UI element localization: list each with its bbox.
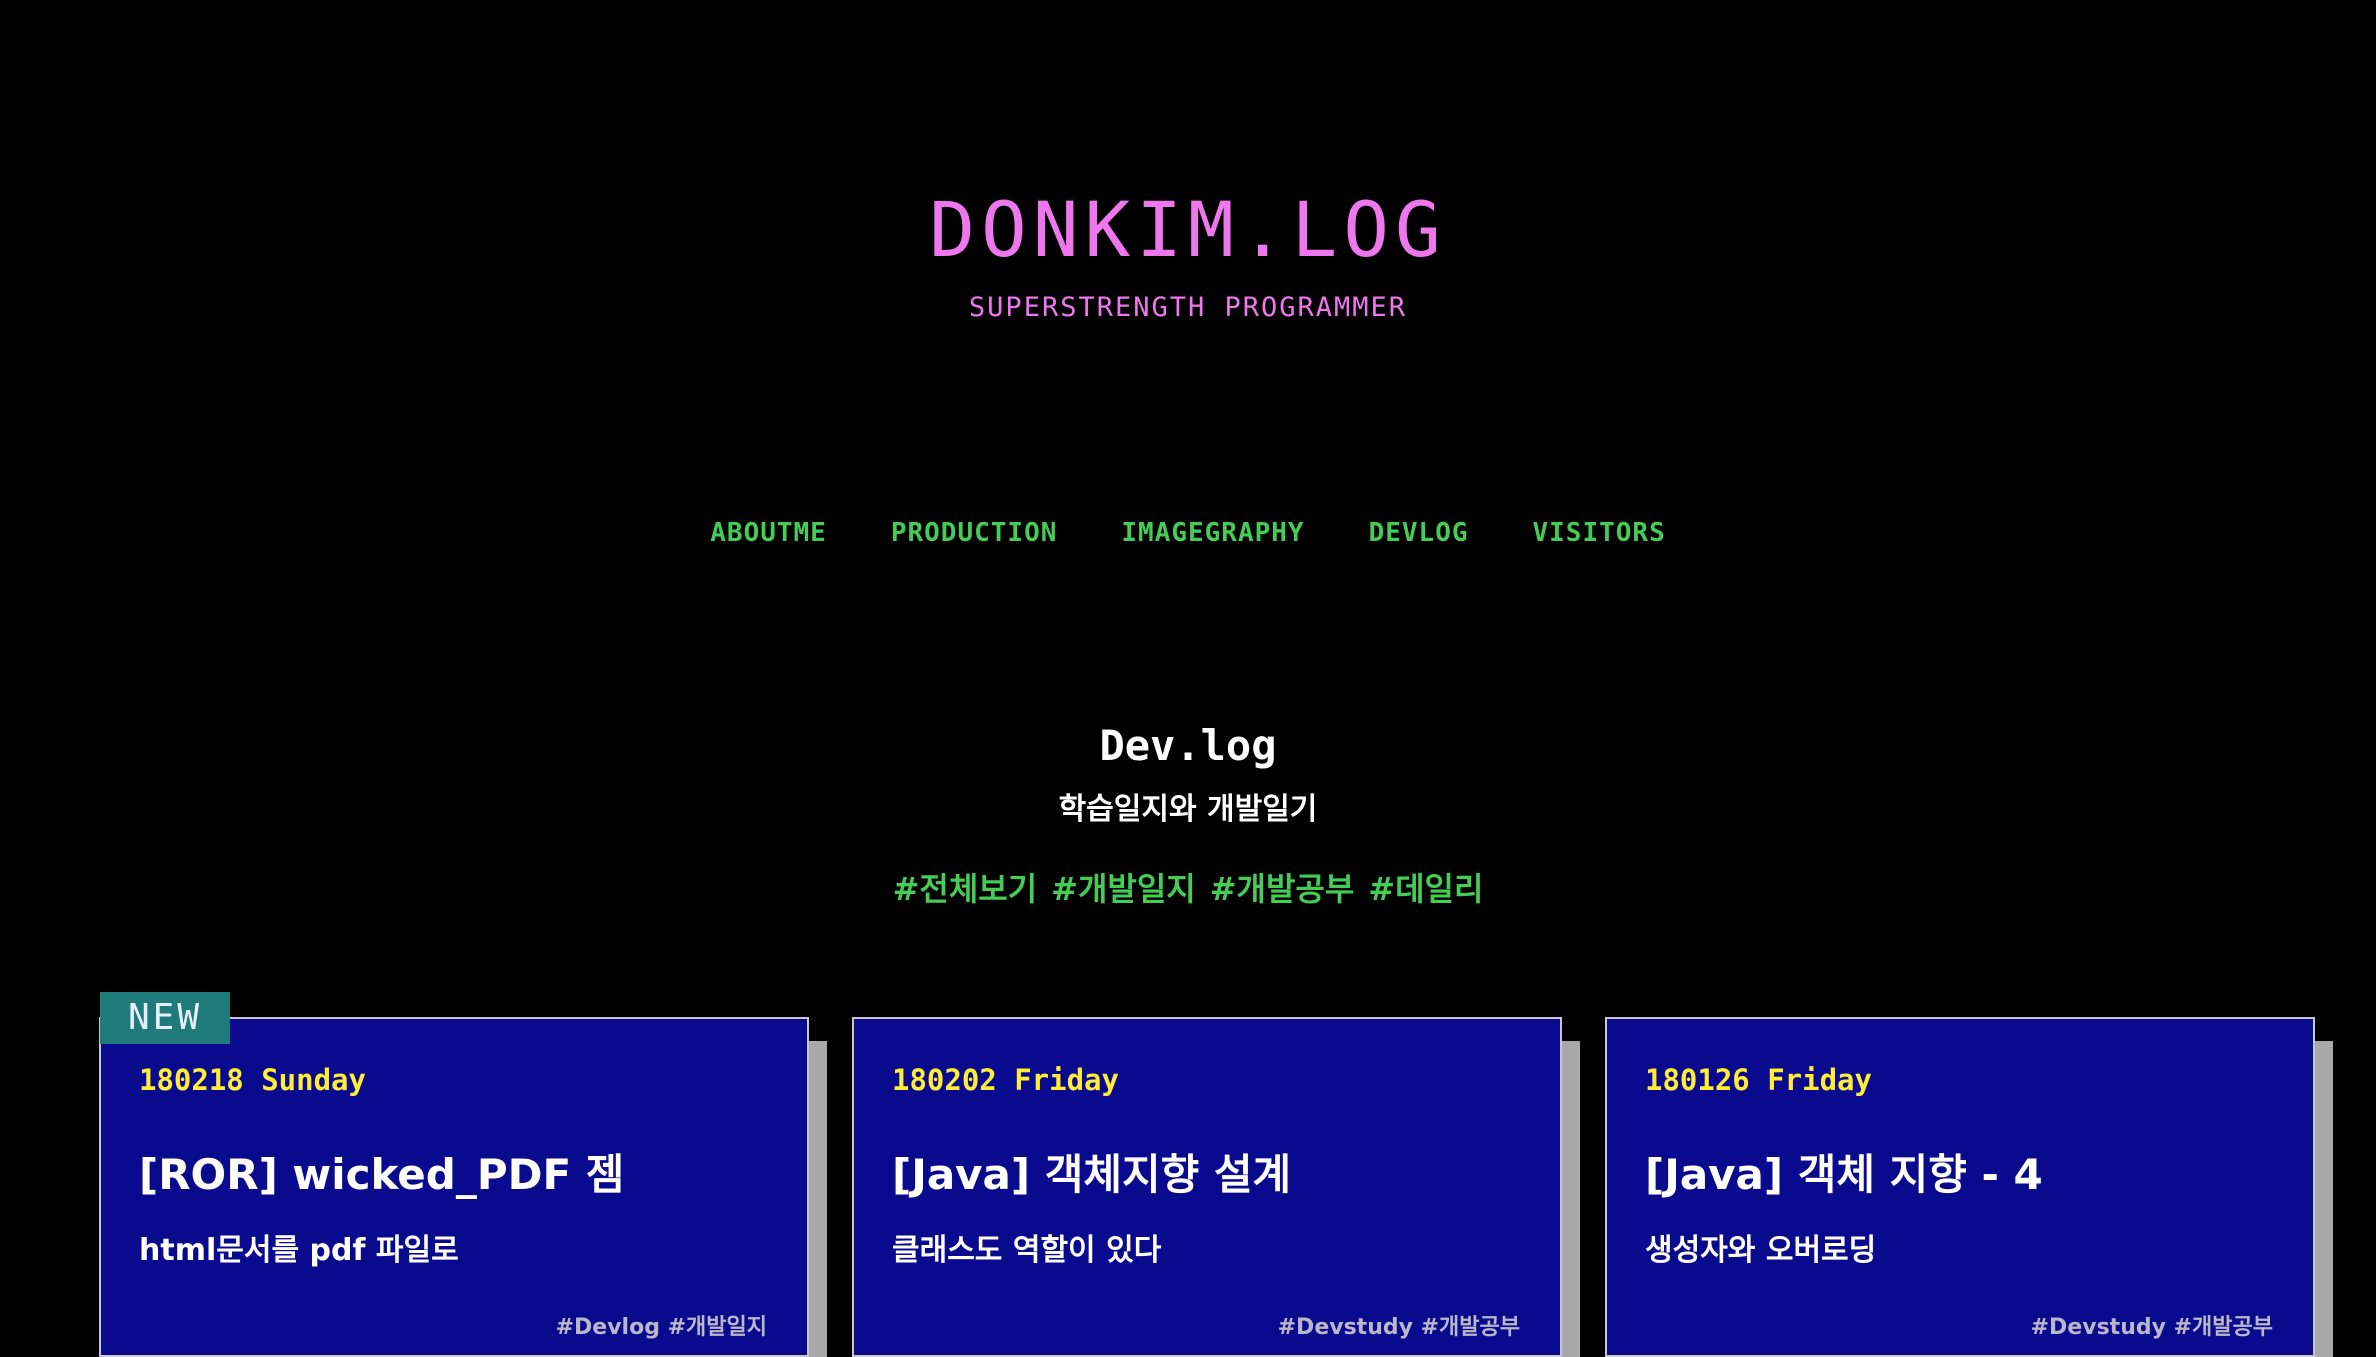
- site-header: DONKIM.LOG SUPERSTRENGTH PROGRAMMER: [0, 180, 2376, 323]
- post-date: 180126 Friday: [1645, 1063, 1872, 1097]
- post-title[interactable]: [Java] 객체 지향 - 4: [1645, 1141, 2043, 1202]
- post-card[interactable]: 180218 Sunday [ROR] wicked_PDF 젬 html문서를…: [99, 1017, 809, 1357]
- post-title[interactable]: [ROR] wicked_PDF 젬: [139, 1141, 624, 1202]
- post-card[interactable]: 180202 Friday [Java] 객체지향 설계 클래스도 역할이 있다…: [852, 1017, 1562, 1357]
- section-title: Dev.log: [1099, 721, 1277, 770]
- filter-devstudy[interactable]: #개발공부: [1210, 864, 1355, 910]
- post-description: 클래스도 역할이 있다: [892, 1233, 1162, 1268]
- nav-item-visitors[interactable]: VISITORS: [1533, 518, 1666, 548]
- devlog-section: Dev.log 학습일지와 개발일기 #전체보기 #개발일지 #개발공부 #데일…: [0, 716, 2376, 910]
- site-subtitle: SUPERSTRENGTH PROGRAMMER: [968, 292, 1408, 323]
- filter-devlog[interactable]: #개발일지: [1051, 864, 1196, 910]
- post-title[interactable]: [Java] 객체지향 설계: [892, 1141, 1291, 1202]
- main-nav: ABOUTME PRODUCTION IMAGEGRAPHY DEVLOG VI…: [0, 518, 2376, 548]
- nav-item-imagegraphy[interactable]: IMAGEGRAPHY: [1121, 518, 1304, 548]
- post-date: 180218 Sunday: [139, 1063, 366, 1097]
- post-description: 생성자와 오버로딩: [1645, 1233, 1877, 1268]
- nav-item-devlog[interactable]: DEVLOG: [1369, 518, 1469, 548]
- section-subtitle: 학습일지와 개발일기: [1058, 792, 1318, 827]
- post-date: 180202 Friday: [892, 1063, 1119, 1097]
- nav-item-aboutme[interactable]: ABOUTME: [710, 518, 827, 548]
- site-title[interactable]: DONKIM.LOG: [0, 180, 2376, 280]
- filter-daily[interactable]: #데일리: [1368, 864, 1483, 910]
- post-tags: #Devstudy #개발공부: [2030, 1315, 2273, 1340]
- post-tags: #Devstudy #개발공부: [1277, 1315, 1520, 1340]
- nav-item-production[interactable]: PRODUCTION: [891, 518, 1058, 548]
- post-card[interactable]: 180126 Friday [Java] 객체 지향 - 4 생성자와 오버로딩…: [1605, 1017, 2315, 1357]
- filter-all[interactable]: #전체보기: [893, 864, 1038, 910]
- category-filters: #전체보기 #개발일지 #개발공부 #데일리: [0, 864, 2376, 910]
- post-description: html문서를 pdf 파일로: [139, 1233, 459, 1268]
- post-tags: #Devlog #개발일지: [555, 1315, 767, 1340]
- new-badge: NEW: [100, 992, 230, 1044]
